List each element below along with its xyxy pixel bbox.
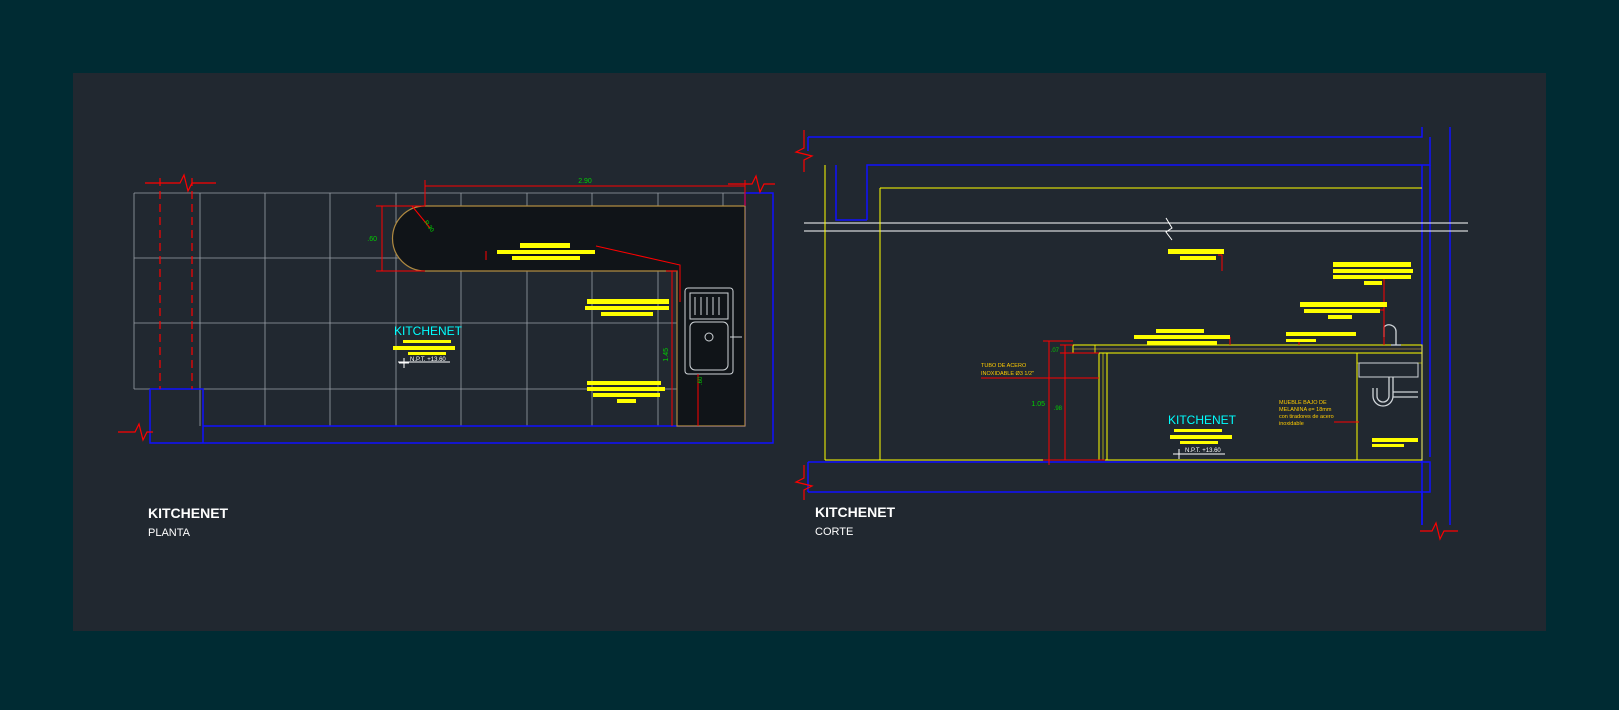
dim-plan-height: 1.45 xyxy=(663,348,670,362)
dim-plan-depth: .60 xyxy=(367,236,377,243)
section-level-text: N.P.T. +13.60 xyxy=(1185,448,1221,454)
cad-viewport[interactable]: 2.90 .60 1.45 .60 R.30 KITCHENET N.P.T. … xyxy=(0,0,1619,705)
section-title: KITCHENET xyxy=(815,504,896,520)
plan-title: KITCHENET xyxy=(148,505,229,521)
dim-section-total: 1.05 xyxy=(1031,401,1045,408)
dim-plan-width: 2.90 xyxy=(578,178,592,185)
plan-level-text: N.P.T. +13.60 xyxy=(410,357,446,363)
plan-room-label: KITCHENET xyxy=(394,324,463,338)
note-tube-line1: TUBO DE ACERO xyxy=(981,363,1027,369)
note-cabinet-line4: inoxidable xyxy=(1279,421,1304,427)
note-cabinet-line1: MUEBLE BAJO DE xyxy=(1279,400,1327,406)
section-room-label: KITCHENET xyxy=(1168,413,1237,427)
note-cabinet-line2: MELANINA e= 18mm xyxy=(1279,407,1332,413)
drawing-svg: 2.90 .60 1.45 .60 R.30 KITCHENET N.P.T. … xyxy=(73,73,1546,631)
note-cabinet-line3: con tiradores de acero xyxy=(1279,414,1334,420)
note-tube-line2: INOXIDABLE Ø3 1/2" xyxy=(981,371,1034,377)
dim-section-top: .07 xyxy=(1051,348,1060,354)
dim-plan-inner: .60 xyxy=(698,376,704,385)
dim-section-leg: .98 xyxy=(1054,406,1063,412)
section-subtitle: CORTE xyxy=(815,526,853,538)
plan-subtitle: PLANTA xyxy=(148,527,191,539)
